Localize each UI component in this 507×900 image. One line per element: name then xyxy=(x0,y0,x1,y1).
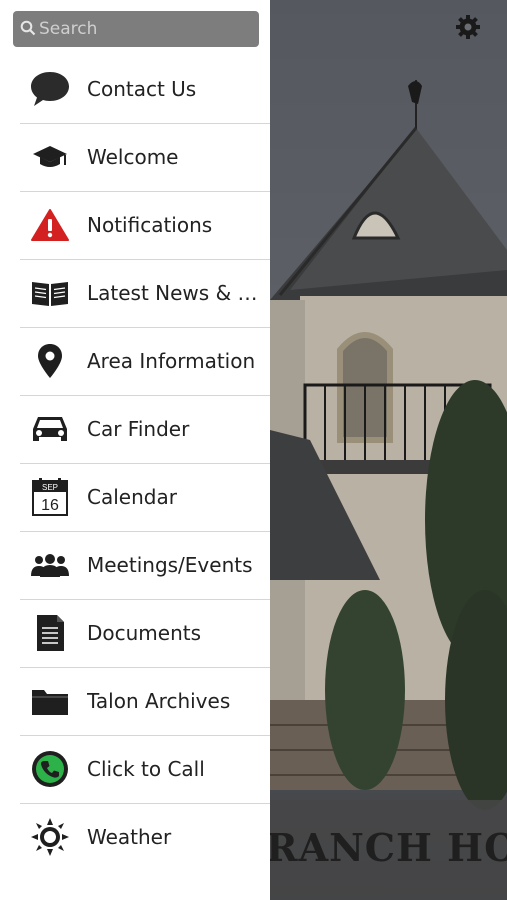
warning-icon xyxy=(29,205,71,245)
menu-item-label: Talon Archives xyxy=(87,689,231,713)
calendar-icon: SEP 16 xyxy=(29,477,71,517)
car-icon xyxy=(29,409,71,449)
sun-icon xyxy=(29,817,71,857)
tower-illustration xyxy=(270,0,507,810)
menu-item-label: Area Information xyxy=(87,349,256,373)
menu-item-latest-news[interactable]: Latest News & Events xyxy=(20,260,270,328)
menu-item-click-to-call[interactable]: Click to Call xyxy=(20,736,270,804)
people-icon xyxy=(29,545,71,585)
phone-icon xyxy=(29,749,71,789)
menu-item-welcome[interactable]: Welcome xyxy=(20,124,270,192)
menu-item-label: Documents xyxy=(87,621,202,645)
menu-item-meetings-events[interactable]: Meetings/Events xyxy=(20,532,270,600)
menu-item-weather[interactable]: Weather xyxy=(20,804,270,871)
calendar-month: SEP xyxy=(42,483,58,492)
menu-item-label: Meetings/Events xyxy=(87,553,253,577)
menu-item-contact-us[interactable]: Contact Us xyxy=(20,56,270,124)
background-scene: RANCH HOA xyxy=(270,0,507,900)
calendar-day: 16 xyxy=(41,497,59,514)
folder-icon xyxy=(29,681,71,721)
menu-item-area-information[interactable]: Area Information xyxy=(20,328,270,396)
menu-item-label: Calendar xyxy=(87,485,177,509)
menu-item-label: Contact Us xyxy=(87,77,197,101)
search-icon xyxy=(20,20,36,36)
graduation-cap-icon xyxy=(29,137,71,177)
menu-item-label: Weather xyxy=(87,825,172,849)
side-drawer: Search Contact Us Welcome Notifications xyxy=(0,0,270,900)
menu-item-car-finder[interactable]: Car Finder xyxy=(20,396,270,464)
menu-item-label: Latest News & Events xyxy=(87,281,267,305)
gear-icon xyxy=(456,15,480,39)
menu-item-calendar[interactable]: SEP 16 Calendar xyxy=(20,464,270,532)
search-input[interactable]: Search xyxy=(13,11,259,47)
open-book-icon xyxy=(29,273,71,313)
menu-item-documents[interactable]: Documents xyxy=(20,600,270,668)
menu-item-notifications[interactable]: Notifications xyxy=(20,192,270,260)
menu-item-label: Car Finder xyxy=(87,417,190,441)
menu-item-talon-archives[interactable]: Talon Archives xyxy=(20,668,270,736)
map-pin-icon xyxy=(29,341,71,381)
menu-item-label: Welcome xyxy=(87,145,179,169)
search-placeholder: Search xyxy=(39,19,98,39)
menu-item-label: Notifications xyxy=(87,213,213,237)
navigation-menu: Contact Us Welcome Notifications Latest … xyxy=(20,56,270,871)
document-icon xyxy=(29,613,71,653)
speech-bubble-icon xyxy=(29,69,71,109)
banner-text: RANCH HOA xyxy=(270,825,507,870)
settings-gear-button[interactable] xyxy=(455,14,481,40)
menu-item-label: Click to Call xyxy=(87,757,205,781)
